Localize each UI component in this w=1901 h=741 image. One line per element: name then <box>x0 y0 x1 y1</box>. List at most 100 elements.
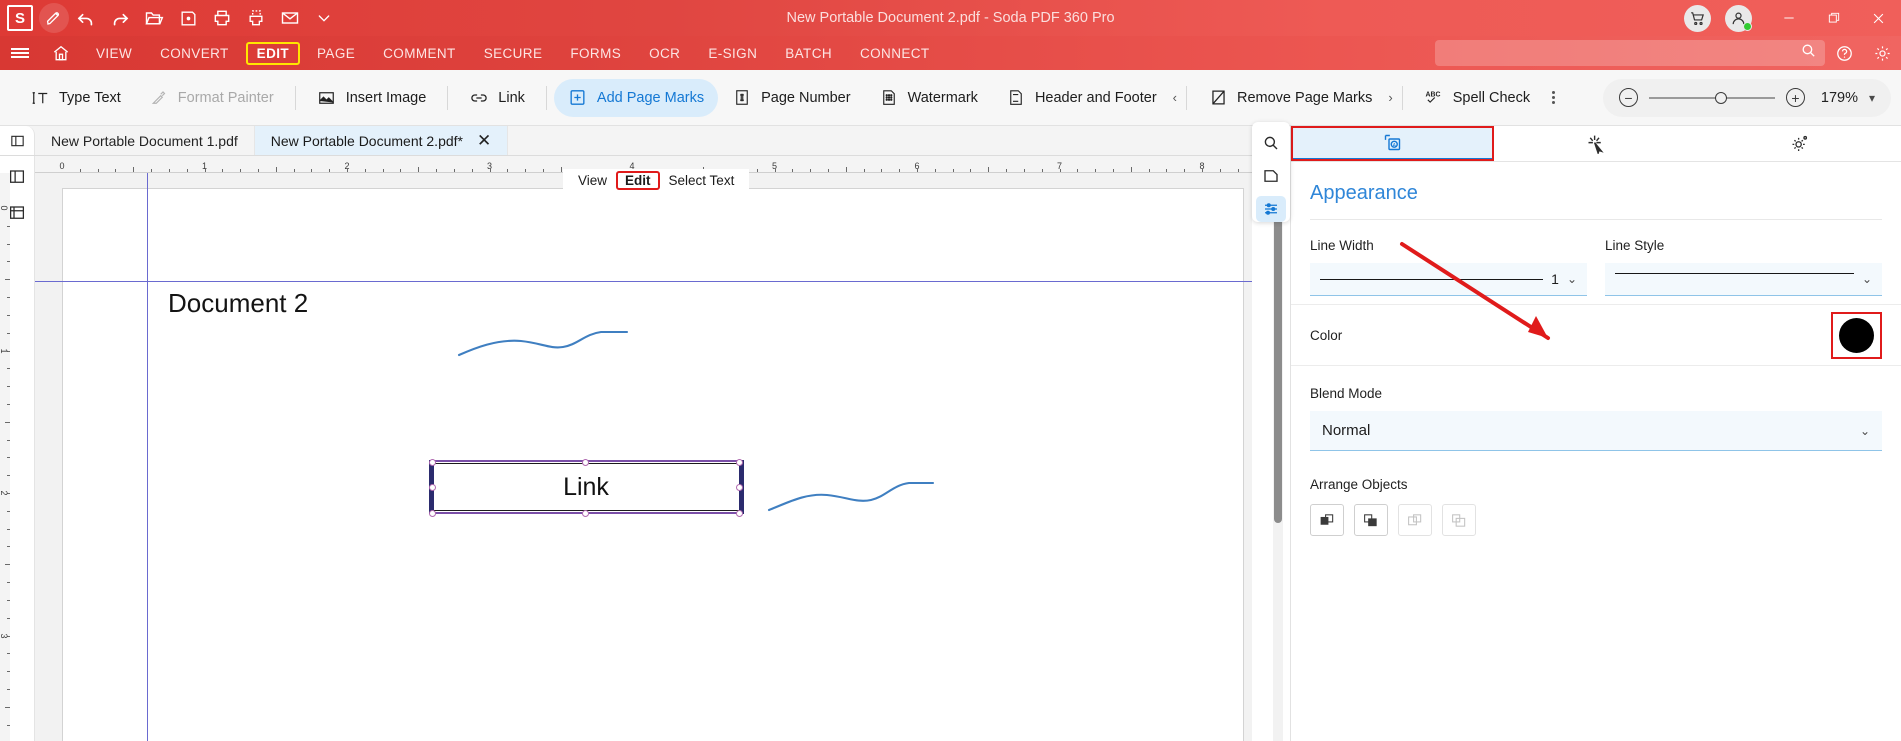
watermark-button[interactable]: Watermark <box>865 79 992 117</box>
toolbar-separator <box>1186 85 1187 110</box>
line-width-input[interactable]: 1 ⌄ <box>1310 263 1587 296</box>
ruler-number: 5 <box>771 161 778 171</box>
zoom-dropdown-caret[interactable]: ▾ <box>1869 91 1875 105</box>
menu-item-comment[interactable]: COMMENT <box>372 42 467 65</box>
menu-item-secure[interactable]: SECURE <box>473 42 554 65</box>
zoom-out-button[interactable]: − <box>1618 88 1638 107</box>
email-icon[interactable] <box>273 3 307 33</box>
vertical-scrollbar-thumb[interactable] <box>1274 195 1282 523</box>
send-backward-icon[interactable] <box>1398 504 1432 536</box>
mode-view-button[interactable]: View <box>569 171 616 190</box>
resize-handle-se[interactable] <box>736 510 743 517</box>
chevron-down-icon[interactable]: ⌄ <box>1862 272 1872 286</box>
tab-effects[interactable] <box>1494 126 1697 161</box>
menu-item-ocr[interactable]: OCR <box>638 42 691 65</box>
menu-item-connect[interactable]: CONNECT <box>849 42 941 65</box>
resize-handle-e[interactable] <box>736 484 743 491</box>
gear-icon[interactable] <box>1863 36 1901 70</box>
save-icon[interactable] <box>171 3 205 33</box>
insert-image-button[interactable]: Insert Image <box>303 79 441 117</box>
tab-settings[interactable] <box>1698 126 1901 161</box>
toolbar-prev-arrow[interactable]: ‹ <box>1171 90 1179 105</box>
line-style-input[interactable]: ⌄ <box>1605 263 1882 296</box>
format-painter-button[interactable]: Format Painter <box>135 79 288 117</box>
vertical-scrollbar[interactable] <box>1273 173 1283 741</box>
print-icon[interactable] <box>205 3 239 33</box>
bring-forward-icon[interactable] <box>1354 504 1388 536</box>
batch-print-icon[interactable] <box>239 3 273 33</box>
menu-bar-right <box>1435 36 1901 70</box>
ruler-tick <box>382 169 384 172</box>
menu-item-esign[interactable]: E-SIGN <box>697 42 768 65</box>
header-and-footer-button[interactable]: Header and Footer <box>992 79 1171 117</box>
home-icon[interactable] <box>40 36 82 70</box>
properties-sliders-icon[interactable] <box>1256 196 1286 222</box>
pen-icon[interactable] <box>39 3 69 33</box>
undo-icon[interactable] <box>69 3 103 33</box>
search-icon[interactable] <box>1256 130 1286 156</box>
minimize-button[interactable] <box>1766 0 1811 36</box>
document-canvas[interactable]: Document 2 Link <box>35 173 1252 741</box>
ruler-number: 2 <box>0 490 9 496</box>
bring-to-front-icon[interactable] <box>1310 504 1344 536</box>
link-button[interactable]: Link <box>455 79 539 117</box>
zoom-in-button[interactable]: + <box>1785 88 1805 107</box>
search-input[interactable] <box>1435 40 1825 66</box>
zoom-level-label: 179% <box>1820 89 1858 106</box>
ruler-tick <box>1130 167 1132 172</box>
menu-item-page[interactable]: PAGE <box>306 42 366 65</box>
resize-handle-s[interactable] <box>582 510 589 517</box>
color-swatch-button[interactable] <box>1839 317 1874 353</box>
chevron-down-icon[interactable]: ⌄ <box>1860 424 1870 438</box>
menu-item-edit[interactable]: EDIT <box>245 41 301 65</box>
toolbar-overflow-button[interactable] <box>1552 91 1556 104</box>
resize-handle-nw[interactable] <box>429 459 436 466</box>
insert-image-icon <box>317 88 337 108</box>
ruler-tick <box>1006 169 1008 172</box>
spell-check-button[interactable]: ABC Spell Check <box>1410 79 1544 117</box>
open-folder-icon[interactable] <box>137 3 171 33</box>
mode-select-text-button[interactable]: Select Text <box>660 171 744 190</box>
toolbar-next-arrow[interactable]: › <box>1386 90 1394 105</box>
blend-mode-select[interactable]: Normal ⌄ <box>1310 411 1882 451</box>
help-icon[interactable] <box>1825 36 1863 70</box>
chevron-down-icon[interactable]: ⌄ <box>1567 272 1577 286</box>
resize-handle-ne[interactable] <box>736 459 743 466</box>
redo-icon[interactable] <box>103 3 137 33</box>
close-icon[interactable]: ✕ <box>473 132 491 149</box>
menu-item-batch[interactable]: BATCH <box>774 42 843 65</box>
account-icon[interactable] <box>1725 4 1752 32</box>
maximize-button[interactable] <box>1811 0 1856 36</box>
menu-item-convert[interactable]: CONVERT <box>149 42 240 65</box>
link-object-label: Link <box>563 472 609 501</box>
document-tab-1[interactable]: New Portable Document 1.pdf <box>35 126 255 155</box>
document-heading[interactable]: Document 2 <box>168 288 308 319</box>
side-panel-toggle-icon[interactable] <box>0 126 35 155</box>
document-tab-2[interactable]: New Portable Document 2.pdf* ✕ <box>254 126 509 155</box>
resize-handle-w[interactable] <box>429 484 436 491</box>
resize-handle-n[interactable] <box>582 459 589 466</box>
zoom-slider[interactable] <box>1648 91 1775 104</box>
menu-item-forms[interactable]: FORMS <box>559 42 632 65</box>
tab-object-properties[interactable]: A <box>1291 126 1495 161</box>
menu-icon[interactable] <box>0 36 40 70</box>
blend-mode-field: Blend Mode Normal ⌄ <box>1291 366 1901 451</box>
remove-page-marks-button[interactable]: Remove Page Marks <box>1194 79 1386 117</box>
menu-item-view[interactable]: VIEW <box>85 42 143 65</box>
zoom-slider-knob[interactable] <box>1714 91 1727 104</box>
send-to-back-icon[interactable] <box>1442 504 1476 536</box>
chevron-down-icon[interactable] <box>307 3 341 33</box>
line-width-field: Line Width 1 ⌄ <box>1310 238 1587 296</box>
page-number-button[interactable]: Page Number <box>718 79 864 117</box>
close-button[interactable] <box>1856 0 1901 36</box>
ruler-tick <box>934 169 936 172</box>
link-object[interactable]: Link <box>429 460 743 514</box>
type-text-button[interactable]: Type Text <box>16 79 135 117</box>
blend-mode-value: Normal <box>1322 422 1371 439</box>
add-page-marks-button[interactable]: Add Page Marks <box>553 78 719 117</box>
mode-edit-button[interactable]: Edit <box>616 170 660 190</box>
resize-handle-sw[interactable] <box>429 510 436 517</box>
ruler-tick <box>329 169 331 172</box>
cart-icon[interactable] <box>1684 4 1711 32</box>
page-icon[interactable] <box>1256 163 1286 189</box>
